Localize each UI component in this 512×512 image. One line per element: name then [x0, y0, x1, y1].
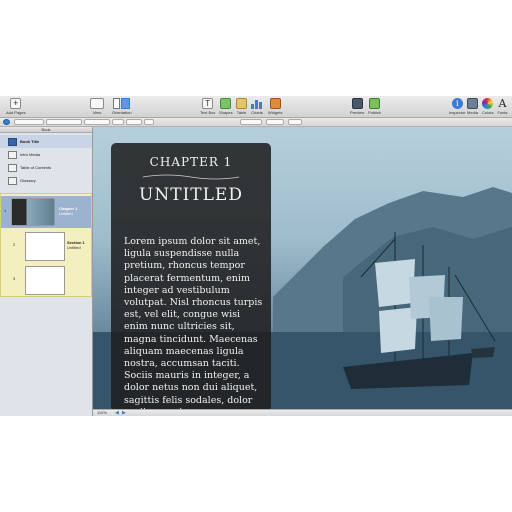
- orientation-label: Orientation: [112, 110, 132, 115]
- text-color-well[interactable]: [144, 119, 154, 125]
- media-icon: [467, 98, 478, 109]
- chapter-title[interactable]: UNTITLED: [111, 185, 271, 205]
- chapter-thumbnail[interactable]: [11, 198, 55, 226]
- zoom-level[interactable]: 110%: [97, 410, 107, 416]
- fonts-label: Fonts: [497, 110, 508, 115]
- fonts-icon: A: [498, 97, 507, 110]
- sidebar-item-table-of-contents[interactable]: Table of Contents: [0, 161, 92, 174]
- page-thumbnail[interactable]: [25, 266, 65, 295]
- publish-icon: [369, 98, 381, 109]
- plus-icon: +: [10, 98, 22, 109]
- sidebar-item-intro-media[interactable]: Intro Media: [0, 148, 92, 161]
- format-bar: [0, 118, 512, 127]
- media-button[interactable]: Media: [467, 98, 478, 115]
- orientation-icon: [113, 98, 131, 109]
- add-pages-button[interactable]: + Add Pages: [6, 98, 26, 115]
- sidebar-header: Book: [0, 127, 92, 133]
- inspector-icon: i: [451, 98, 463, 109]
- shapes-label: Shapes: [219, 110, 233, 115]
- sidebar-item-label: Table of Contents: [20, 165, 52, 170]
- preview-icon: [351, 98, 363, 109]
- columns-field[interactable]: [288, 119, 302, 125]
- section-thumbnail[interactable]: [25, 232, 65, 261]
- ship-sail: [429, 297, 463, 341]
- publish-label: Publish: [368, 110, 382, 115]
- textbox-button[interactable]: T Text Box: [200, 98, 215, 115]
- sidebar-item-label: Intro Media: [20, 152, 41, 157]
- paragraph-style-field[interactable]: [14, 119, 44, 125]
- toolbar: + Add Pages View Orientation T Text Box …: [0, 96, 512, 118]
- font-family-field[interactable]: [46, 119, 82, 125]
- textbox-label: Text Box: [200, 110, 216, 115]
- fonts-button[interactable]: A Fonts: [497, 98, 508, 115]
- page-next-icon[interactable]: ▶: [122, 410, 126, 416]
- inspector-label: Inspector: [449, 110, 466, 115]
- sidebar-item-glossary[interactable]: Glossary: [0, 174, 92, 187]
- page-row[interactable]: 3: [1, 264, 91, 297]
- ibooks-author-window: + Add Pages View Orientation T Text Box …: [0, 96, 512, 416]
- shapes-icon: [220, 98, 232, 109]
- colors-label: Colors: [482, 110, 494, 115]
- charts-label: Charts: [251, 110, 263, 115]
- glossary-icon: [8, 176, 17, 185]
- alignment-control[interactable]: [240, 119, 262, 125]
- book-title-icon: [8, 137, 17, 146]
- chapter-number: 1: [4, 208, 7, 213]
- ship-sail: [375, 259, 415, 307]
- sidebar-item-label: Glossary: [20, 178, 36, 183]
- section-number: 2: [13, 242, 16, 247]
- chapter-label[interactable]: CHAPTER 1: [111, 155, 271, 169]
- page-canvas[interactable]: CHAPTER 1 UNTITLED Lorem ipsum dolor sit…: [93, 127, 512, 409]
- chapter-row-subtitle: Untitled: [59, 211, 73, 216]
- widgets-icon: [269, 98, 281, 109]
- sidebar-item-label: Book Title: [20, 139, 40, 144]
- chapter-text-panel[interactable]: CHAPTER 1 UNTITLED Lorem ipsum dolor sit…: [111, 143, 271, 409]
- shapes-button[interactable]: Shapes: [219, 98, 233, 115]
- toc-icon: [8, 163, 17, 172]
- colors-button[interactable]: Colors: [482, 98, 494, 115]
- sidebar: Book Book Title Intro Media Table of Con…: [0, 127, 93, 416]
- font-size-field[interactable]: [112, 119, 124, 125]
- intro-media-icon: [8, 150, 17, 159]
- view-button[interactable]: View: [90, 98, 104, 115]
- body-text[interactable]: Lorem ipsum dolor sit amet, ligula suspe…: [124, 236, 266, 409]
- style-picker[interactable]: [3, 119, 10, 125]
- font-style-field[interactable]: [84, 119, 110, 125]
- page-prev-icon[interactable]: ◀: [115, 410, 119, 416]
- publish-button[interactable]: Publish: [368, 98, 381, 115]
- table-label: Table: [236, 110, 247, 115]
- page-number: 3: [13, 276, 16, 281]
- widgets-button[interactable]: Widgets: [268, 98, 282, 115]
- section-row[interactable]: 2 Section 1 Untitled: [1, 230, 91, 263]
- ornament-divider: [142, 174, 240, 180]
- table-button[interactable]: Table: [236, 98, 247, 115]
- section-row-subtitle: Untitled: [67, 245, 81, 250]
- charts-icon: [251, 98, 263, 109]
- color-well[interactable]: [126, 119, 142, 125]
- widgets-label: Widgets: [268, 110, 283, 115]
- colors-icon: [482, 98, 494, 109]
- chapter-group: 1 Chapter 1 Untitled 2 Section 1 Untitle…: [0, 193, 92, 297]
- orientation-button[interactable]: Orientation: [112, 98, 132, 115]
- chapter-row[interactable]: 1 Chapter 1 Untitled: [1, 196, 91, 228]
- view-icon: [90, 98, 104, 109]
- status-bar: 110% ◀ ▶: [93, 409, 512, 416]
- sidebar-item-book-title[interactable]: Book Title: [0, 135, 92, 148]
- view-label: View: [92, 110, 102, 115]
- textbox-icon: T: [202, 98, 214, 109]
- charts-button[interactable]: Charts: [251, 98, 263, 115]
- preview-label: Preview: [350, 110, 365, 115]
- add-pages-label: Add Pages: [6, 110, 26, 115]
- line-spacing-field[interactable]: [266, 119, 284, 125]
- preview-button[interactable]: Preview: [350, 98, 364, 115]
- media-label: Media: [467, 110, 478, 115]
- inspector-button[interactable]: i Inspector: [449, 98, 465, 115]
- table-icon: [236, 98, 247, 109]
